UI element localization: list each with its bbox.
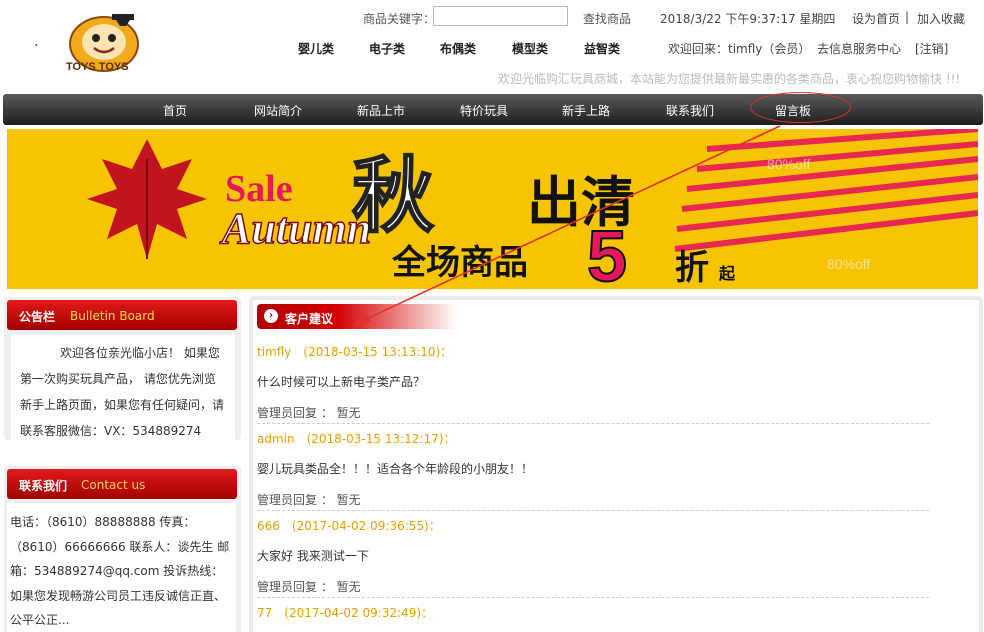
bulletin-board-panel: 公告栏 Bulletin Board 欢迎各位亲光临小店！ 如果您第一次购买玩具… [4,297,241,440]
welcome-text: 欢迎回来：timfly（会员） [668,42,811,56]
search-button[interactable]: 查找商品 [583,10,631,27]
contact-title: 联系我们 [19,479,68,493]
message-author: admin (2018-03-15 13:12:17)： [257,432,456,446]
set-homepage-link[interactable]: 设为首页 [852,10,900,27]
banner-qiu-char: 秋 [352,148,434,244]
banner-zhe-text: 折 [675,248,709,288]
service-center-link[interactable]: 去信息服务中心 [817,40,901,57]
messages-panel: › 客户建议 timfly (2018-03-15 13:13:10)： 什么时… [249,296,983,632]
message-author: timfly (2018-03-15 13:13:10)： [257,345,453,359]
message-reply: 管理员回复 ： 暂无 [257,580,361,594]
banner-deco-off-2: 80%off [827,256,870,272]
logout-link[interactable]: [注销] [915,40,948,57]
search-input[interactable] [433,6,568,26]
message-divider [257,510,929,511]
category-baby[interactable]: 婴儿类 [298,40,334,57]
category-electronic[interactable]: 电子类 [369,40,405,57]
section-title: 客户建议 [285,312,334,326]
message-author: 666 (2017-04-02 09:36:55)： [257,519,441,533]
divider: | [905,10,910,24]
nav-home[interactable]: 首页 [163,102,187,119]
message-divider [257,597,929,598]
messages-inner: › 客户建议 timfly (2018-03-15 13:13:10)： 什么时… [253,300,979,632]
search-label: 商品关键字： [363,12,436,26]
bulletin-subtitle: Bulletin Board [70,309,155,323]
nav-contact[interactable]: 联系我们 [666,102,714,119]
message-body: 婴儿玩具类品全！！！适合各个年龄段的小朋友！！ [257,462,534,476]
bulletin-body: 欢迎各位亲光临小店！ 如果您第一次购买玩具产品， 请您优先浏览新手上路页面，如果… [11,334,235,440]
category-doll[interactable]: 布偶类 [440,40,476,57]
banner-deco-off: 80%off [767,156,810,172]
nav-newbie-guide[interactable]: 新手上路 [562,102,610,119]
contact-header: 联系我们 Contact us [7,469,237,499]
banner-qi-text: 起 [718,264,736,283]
add-favorite-link[interactable]: 加入收藏 [917,10,965,27]
message-body: 什么时候可以上新电子类产品？ [257,375,426,389]
chevron-right-icon: › [264,309,278,323]
section-header: › 客户建议 [257,304,457,329]
bulletin-text: 欢迎各位亲光临小店！ 如果您第一次购买玩具产品， 请您优先浏览新手上路页面，如果… [20,346,225,438]
contact-body: 电话：（8610）88888888 传真：（8610）66666666 联系人：… [7,503,236,632]
nav-about[interactable]: 网站简介 [254,102,302,119]
page: · TOYS TOYS 商品关键字： 查找商品 2018/3/22 下午9:37… [0,0,984,632]
banner-five-text: 5 [587,217,627,289]
message-author: 77 (2017-04-02 09:32:49)： [257,606,434,620]
top-bar: 商品关键字： 查找商品 2018/3/22 下午9:37:17 星期四 设为首页… [0,6,984,28]
message-body: 大家好 我来测试一下 [257,549,369,563]
promo-banner[interactable]: 80%off 80%off Sale Autumn 秋 出清 全场商品 5 折 … [7,129,978,289]
banner-autumn-text: Autumn [219,204,371,253]
datetime-display: 2018/3/22 下午9:37:17 星期四 [660,12,836,26]
nav-new-products[interactable]: 新品上市 [357,102,405,119]
category-model[interactable]: 模型类 [512,40,548,57]
message-divider [257,423,929,424]
welcome-marquee: 欢迎光临购汇玩具商城，本站能为您提供最新最实惠的各类商品，衷心祝您购物愉快 !!… [498,72,961,86]
banner-allgoods-text: 全场商品 [391,243,528,283]
bulletin-header: 公告栏 Bulletin Board [7,300,237,330]
contact-text: 电话：（8610）88888888 传真：（8610）66666666 联系人：… [10,515,230,627]
highlight-ellipse [750,92,851,123]
contact-subtitle: Contact us [81,478,146,492]
bulletin-title: 公告栏 [19,310,56,324]
contact-panel: 联系我们 Contact us 电话：（8610）88888888 传真：（86… [4,466,241,632]
category-puzzle[interactable]: 益智类 [584,40,620,57]
message-reply: 管理员回复 ： 暂无 [257,493,361,507]
maple-leaf-icon [87,139,207,259]
message-reply: 管理员回复 ： 暂无 [257,406,361,420]
svg-text:TOYS TOYS: TOYS TOYS [66,61,129,73]
nav-special-toys[interactable]: 特价玩具 [460,102,508,119]
